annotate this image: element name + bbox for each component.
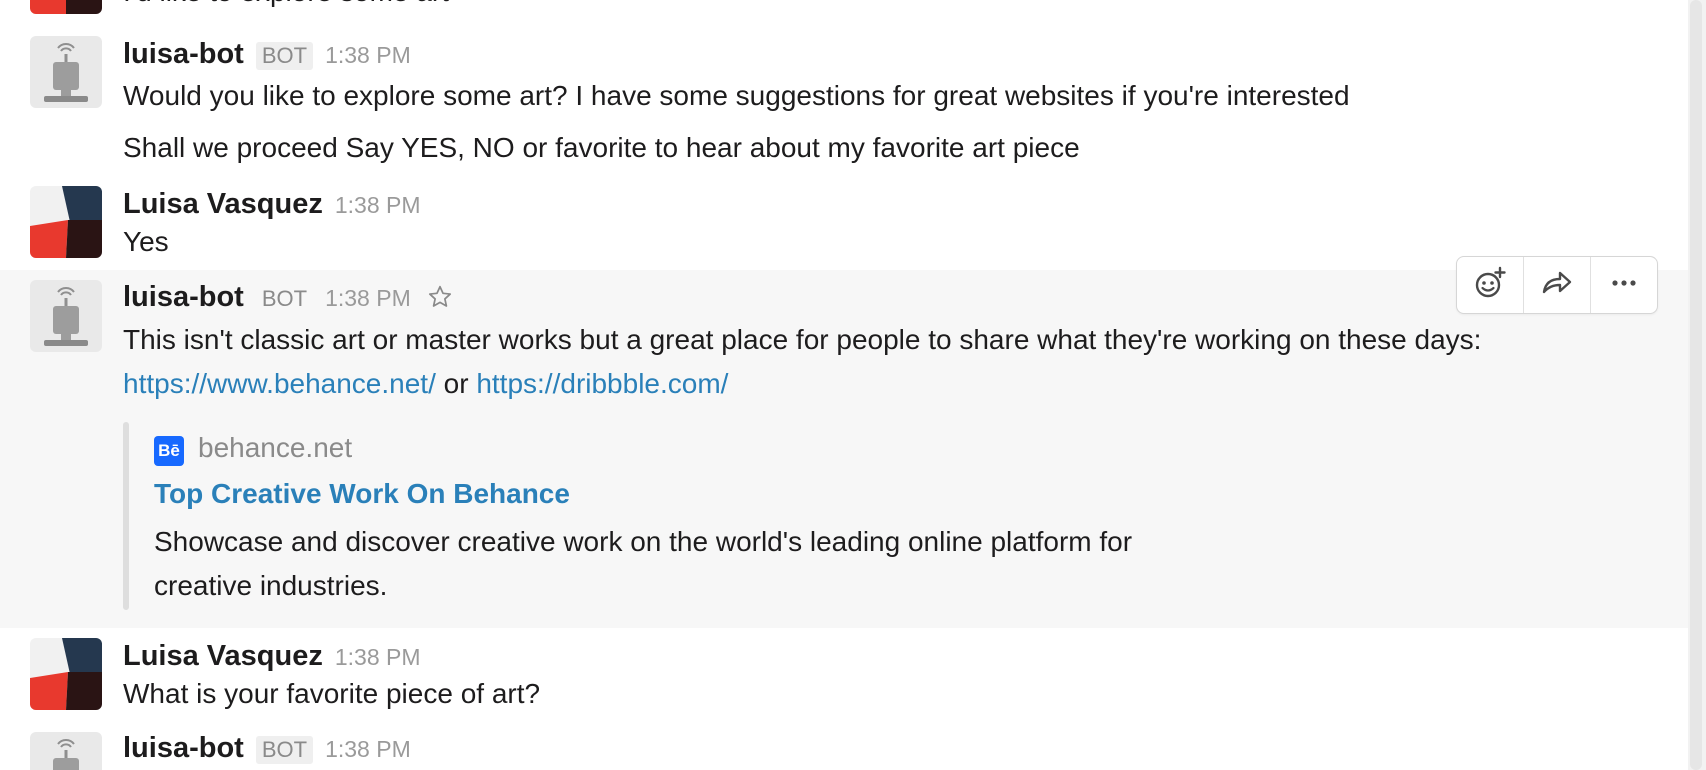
avatar[interactable] xyxy=(30,638,102,710)
message: Luisa Vasquez 1:38 PM Yes xyxy=(0,182,1688,268)
timestamp[interactable]: 1:38 PM xyxy=(325,42,411,69)
message-partial: I'd like to explore some art xyxy=(0,0,1688,22)
message-actions-toolbar xyxy=(1456,256,1658,314)
bot-badge: BOT xyxy=(255,736,314,764)
avatar[interactable] xyxy=(30,186,102,258)
avatar[interactable] xyxy=(30,0,102,14)
message: luisa-bot BOT 1:38 PM Would you like to … xyxy=(0,32,1688,172)
bot-avatar[interactable] xyxy=(30,36,102,108)
message-text: I'd like to explore some art xyxy=(123,0,449,8)
sender-name[interactable]: Luisa Vasquez xyxy=(123,640,323,673)
timestamp[interactable]: 1:38 PM xyxy=(335,644,421,671)
attachment-description-line-1: Showcase and discover creative work on t… xyxy=(154,526,1133,557)
sender-name[interactable]: Luisa Vasquez xyxy=(123,188,323,221)
behance-logo-icon: Bē xyxy=(154,436,184,466)
message-text: Would you like to explore some art? I ha… xyxy=(123,80,1350,111)
message-partial: luisa-bot BOT 1:38 PM xyxy=(0,726,1688,770)
add-reaction-icon xyxy=(1473,266,1507,305)
more-actions-button[interactable] xyxy=(1591,257,1657,313)
behance-link[interactable]: https://www.behance.net/ xyxy=(123,368,436,399)
timestamp[interactable]: 1:38 PM xyxy=(325,285,411,312)
more-actions-icon xyxy=(1607,266,1641,305)
attachment-bar xyxy=(123,422,129,610)
bot-avatar[interactable] xyxy=(30,732,102,770)
star-icon[interactable] xyxy=(427,284,453,310)
message-hovered: luisa-bot BOT 1:38 PM This isn't classic… xyxy=(0,270,1688,628)
timestamp[interactable]: 1:38 PM xyxy=(325,736,411,763)
message-list[interactable]: I'd like to explore some art luisa-bot B… xyxy=(0,0,1688,770)
link-separator: or xyxy=(443,368,469,399)
attachment-description-line-2: creative industries. xyxy=(154,570,388,601)
bot-badge: BOT xyxy=(255,42,314,70)
share-icon xyxy=(1540,266,1574,305)
message-text: Shall we proceed Say YES, NO or favorite… xyxy=(123,132,1080,163)
message-links: https://www.behance.net/ or https://drib… xyxy=(123,368,728,400)
dribbble-link[interactable]: https://dribbble.com/ xyxy=(476,368,728,399)
bot-avatar[interactable] xyxy=(30,280,102,352)
message: Luisa Vasquez 1:38 PM What is your favor… xyxy=(0,634,1688,720)
sender-name[interactable]: luisa-bot xyxy=(123,281,244,314)
message-text: Yes xyxy=(123,226,169,257)
scrollbar-thumb[interactable] xyxy=(1690,0,1702,770)
attachment-site: behance.net xyxy=(198,432,353,463)
message-text: What is your favorite piece of art? xyxy=(123,678,541,709)
bot-badge: BOT xyxy=(261,286,308,311)
share-message-button[interactable] xyxy=(1524,257,1591,313)
attachment-title-link[interactable]: Top Creative Work On Behance xyxy=(154,478,570,510)
timestamp[interactable]: 1:38 PM xyxy=(335,192,421,219)
message-text: This isn't classic art or master works b… xyxy=(123,324,1482,355)
add-reaction-button[interactable] xyxy=(1457,257,1524,313)
sender-name[interactable]: luisa-bot xyxy=(123,732,244,765)
sender-name[interactable]: luisa-bot xyxy=(123,38,244,71)
